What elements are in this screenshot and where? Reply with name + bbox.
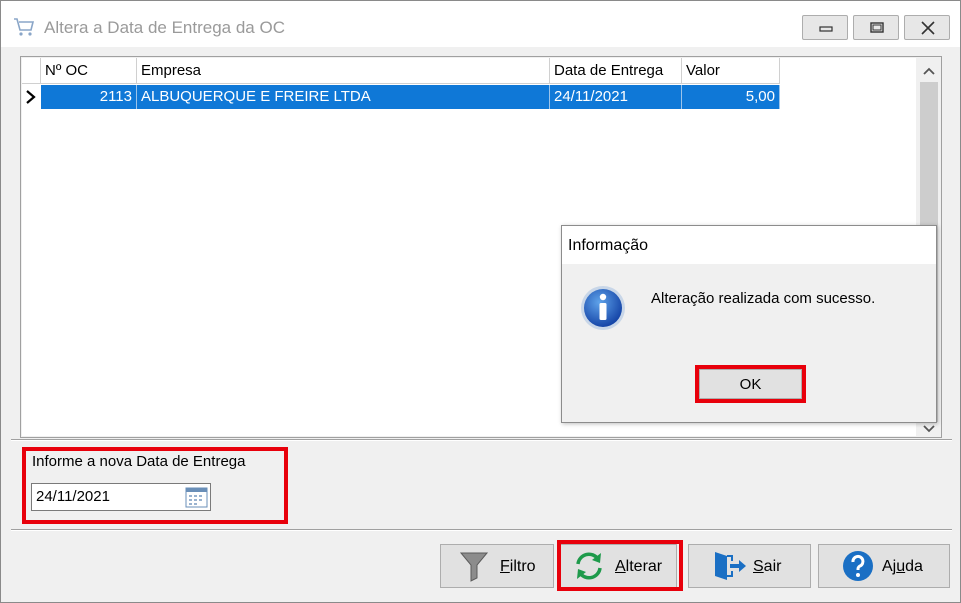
- filtro-label: Filtro: [500, 558, 536, 575]
- scroll-down-icon[interactable]: [918, 422, 940, 436]
- row-indicator[interactable]: [22, 85, 41, 109]
- dialog-body: Alteração realizada com sucesso. OK: [562, 264, 936, 422]
- maximize-icon: [870, 22, 884, 33]
- window-title: Altera a Data de Entrega da OC: [44, 18, 285, 37]
- grid-corner: [22, 58, 41, 84]
- dialog-message: Alteração realizada com sucesso.: [651, 290, 876, 307]
- shopping-cart-icon: [14, 18, 35, 36]
- row-pointer-icon: [26, 90, 36, 104]
- exit-door-icon: [715, 552, 746, 580]
- sair-label: Sair: [753, 558, 782, 575]
- highlight-alterar-button: [557, 540, 683, 591]
- divider-top: [11, 439, 952, 441]
- sair-button[interactable]: Sair: [688, 544, 811, 588]
- cell-data-entrega[interactable]: 24/11/2021: [550, 85, 682, 109]
- ajuda-label: Ajuda: [882, 558, 923, 575]
- highlight-date-section: [22, 447, 288, 524]
- main-window: Altera a Data de Entrega da OC Nº OC Emp…: [0, 0, 961, 603]
- title-bar[interactable]: Altera a Data de Entrega da OC: [1, 1, 960, 47]
- maximize-button[interactable]: [853, 15, 899, 40]
- filtro-button[interactable]: Filtro: [440, 544, 554, 588]
- cell-valor[interactable]: 5,00: [682, 85, 780, 109]
- column-header-oc[interactable]: Nº OC: [41, 58, 137, 84]
- help-icon: [843, 551, 873, 581]
- close-button[interactable]: [904, 15, 950, 40]
- filter-icon: [459, 552, 489, 582]
- column-header-valor[interactable]: Valor: [682, 58, 780, 84]
- cell-oc[interactable]: 2113: [41, 85, 137, 109]
- ajuda-button[interactable]: Ajuda: [818, 544, 950, 588]
- minimize-button[interactable]: [802, 15, 848, 40]
- scroll-up-icon[interactable]: [918, 60, 940, 82]
- highlight-ok-button: [695, 365, 806, 403]
- column-header-data-entrega[interactable]: Data de Entrega: [550, 58, 682, 84]
- information-icon: [581, 286, 625, 330]
- close-icon: [921, 21, 935, 35]
- divider-bottom: [11, 529, 952, 531]
- info-dialog: Informação Alteração realizada com suces…: [561, 225, 937, 423]
- column-header-empresa[interactable]: Empresa: [137, 58, 550, 84]
- dialog-title: Informação: [568, 237, 649, 254]
- minimize-icon: [819, 26, 833, 32]
- dialog-title-bar[interactable]: Informação: [562, 226, 936, 264]
- cell-empresa[interactable]: ALBUQUERQUE E FREIRE LTDA: [137, 85, 550, 109]
